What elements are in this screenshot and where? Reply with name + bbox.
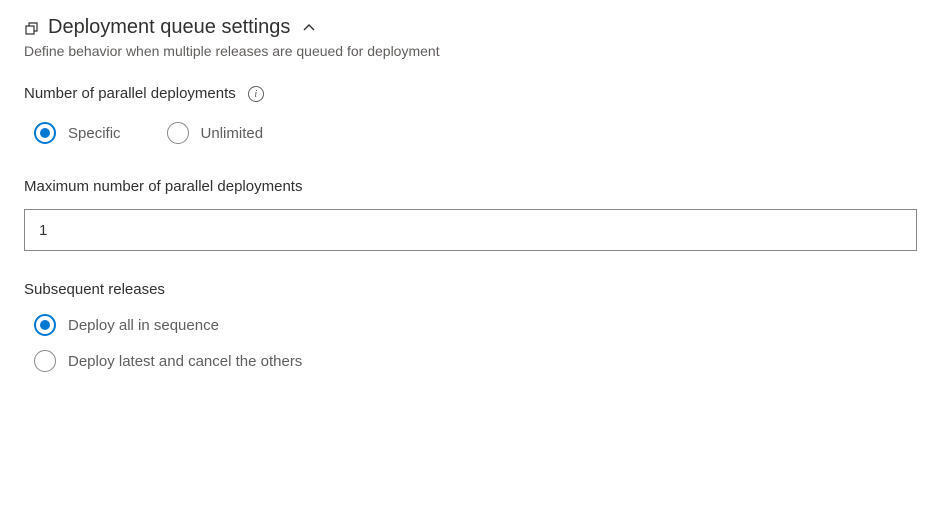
radio-label-cancel: Deploy latest and cancel the others	[68, 353, 302, 370]
parallel-label-text: Number of parallel deployments	[24, 85, 236, 102]
radio-deploy-sequence[interactable]: Deploy all in sequence	[34, 314, 920, 336]
radio-indicator-unlimited	[167, 122, 189, 144]
section-title: Deployment queue settings	[48, 16, 290, 39]
radio-label-unlimited: Unlimited	[201, 125, 264, 142]
radio-label-specific: Specific	[68, 125, 121, 142]
radio-deploy-cancel[interactable]: Deploy latest and cancel the others	[34, 350, 920, 372]
subsequent-radio-group: Deploy all in sequence Deploy latest and…	[24, 314, 920, 372]
radio-label-sequence: Deploy all in sequence	[68, 317, 219, 334]
radio-indicator-specific	[34, 122, 56, 144]
max-parallel-label: Maximum number of parallel deployments	[24, 178, 920, 195]
info-icon[interactable]: i	[248, 86, 264, 102]
max-parallel-input[interactable]	[24, 209, 917, 251]
section-description: Define behavior when multiple releases a…	[24, 43, 920, 59]
deployment-queue-icon	[24, 20, 40, 36]
radio-indicator-sequence	[34, 314, 56, 336]
chevron-up-icon[interactable]	[302, 21, 316, 35]
parallel-radio-group: Specific Unlimited	[24, 122, 920, 144]
radio-specific[interactable]: Specific	[34, 122, 121, 144]
section-header[interactable]: Deployment queue settings	[24, 16, 920, 39]
radio-indicator-cancel	[34, 350, 56, 372]
parallel-deployments-label: Number of parallel deployments i	[24, 85, 920, 102]
max-parallel-block: Maximum number of parallel deployments	[24, 178, 920, 281]
radio-unlimited[interactable]: Unlimited	[167, 122, 264, 144]
subsequent-releases-label: Subsequent releases	[24, 281, 920, 298]
